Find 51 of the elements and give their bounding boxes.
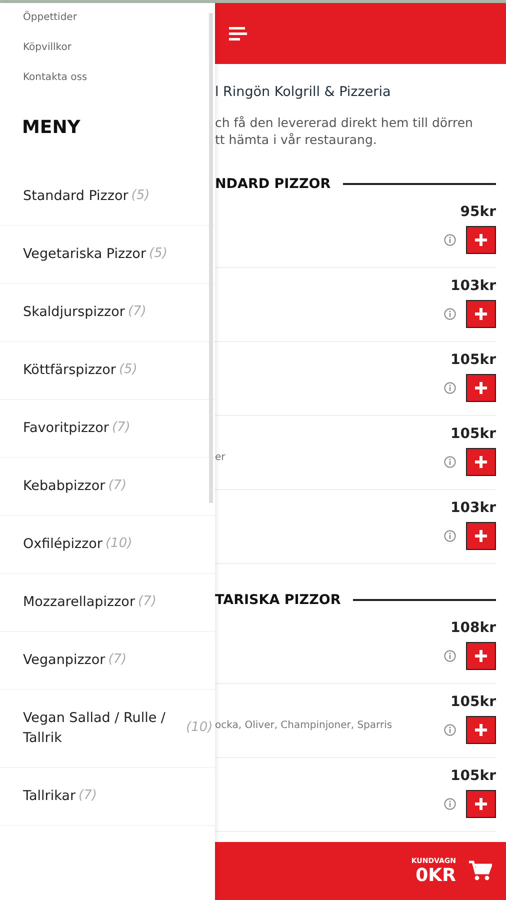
info-icon[interactable] (444, 456, 456, 468)
item-price: 108kr (450, 620, 496, 636)
menu-title: MENY (21, 116, 80, 140)
add-button[interactable] (466, 448, 496, 476)
plus-icon (475, 308, 487, 320)
add-button[interactable] (466, 716, 496, 744)
info-icon[interactable] (444, 308, 456, 320)
category-item[interactable]: Vegan Sallad / Rulle / Tallrik (10) (0, 690, 215, 768)
restaurant-title: l Ringön Kolgrill & Pizzeria (215, 84, 391, 100)
info-icon[interactable] (444, 530, 456, 542)
item-price: 105kr (450, 694, 496, 710)
info-icon[interactable] (444, 650, 456, 662)
menu-icon[interactable] (229, 26, 247, 40)
item-price: 95kr (460, 204, 496, 220)
intro-text: tt hämta i vår restaurang. (215, 131, 377, 148)
plus-icon (475, 382, 487, 394)
section-heading: NDARD PIZZOR (215, 176, 331, 192)
plus-icon (475, 650, 487, 662)
item-description: ocka, Oliver, Champinjoner, Sparris (215, 720, 392, 731)
info-icon[interactable] (444, 382, 456, 394)
plus-icon (475, 530, 487, 542)
plus-icon (475, 724, 487, 736)
item-price: 105kr (450, 768, 496, 784)
category-item[interactable]: Tallrikar (7) (0, 768, 215, 826)
add-button[interactable] (466, 522, 496, 550)
drawer-link[interactable]: Kontakta oss (23, 72, 88, 83)
plus-icon (475, 234, 487, 246)
item-description: er (215, 452, 226, 463)
info-icon[interactable] (444, 724, 456, 736)
intro-text: ch få den levererad direkt hem till dörren (215, 114, 473, 131)
item-price: 105kr (450, 426, 496, 442)
category-item[interactable]: Mozzarellapizzor (7) (0, 574, 215, 632)
add-button[interactable] (466, 790, 496, 818)
section-heading: TARISKA PIZZOR (215, 592, 341, 608)
add-button[interactable] (466, 642, 496, 670)
info-icon[interactable] (444, 234, 456, 246)
item-price: 103kr (450, 278, 496, 294)
cart-total: 0KR (416, 864, 456, 886)
category-item[interactable]: Oxfilépizzor (10) (0, 516, 215, 574)
cart-icon[interactable] (468, 860, 492, 882)
add-button[interactable] (466, 226, 496, 254)
item-price: 103kr (450, 500, 496, 516)
plus-icon (475, 456, 487, 468)
item-price: 105kr (450, 352, 496, 368)
add-button[interactable] (466, 300, 496, 328)
plus-icon (475, 798, 487, 810)
category-item[interactable]: Veganpizzor (7) (0, 632, 215, 690)
drawer-link[interactable]: Öppettider (23, 12, 77, 23)
info-icon[interactable] (444, 798, 456, 810)
add-button[interactable] (466, 374, 496, 402)
drawer-link[interactable]: Köpvillkor (23, 42, 72, 53)
